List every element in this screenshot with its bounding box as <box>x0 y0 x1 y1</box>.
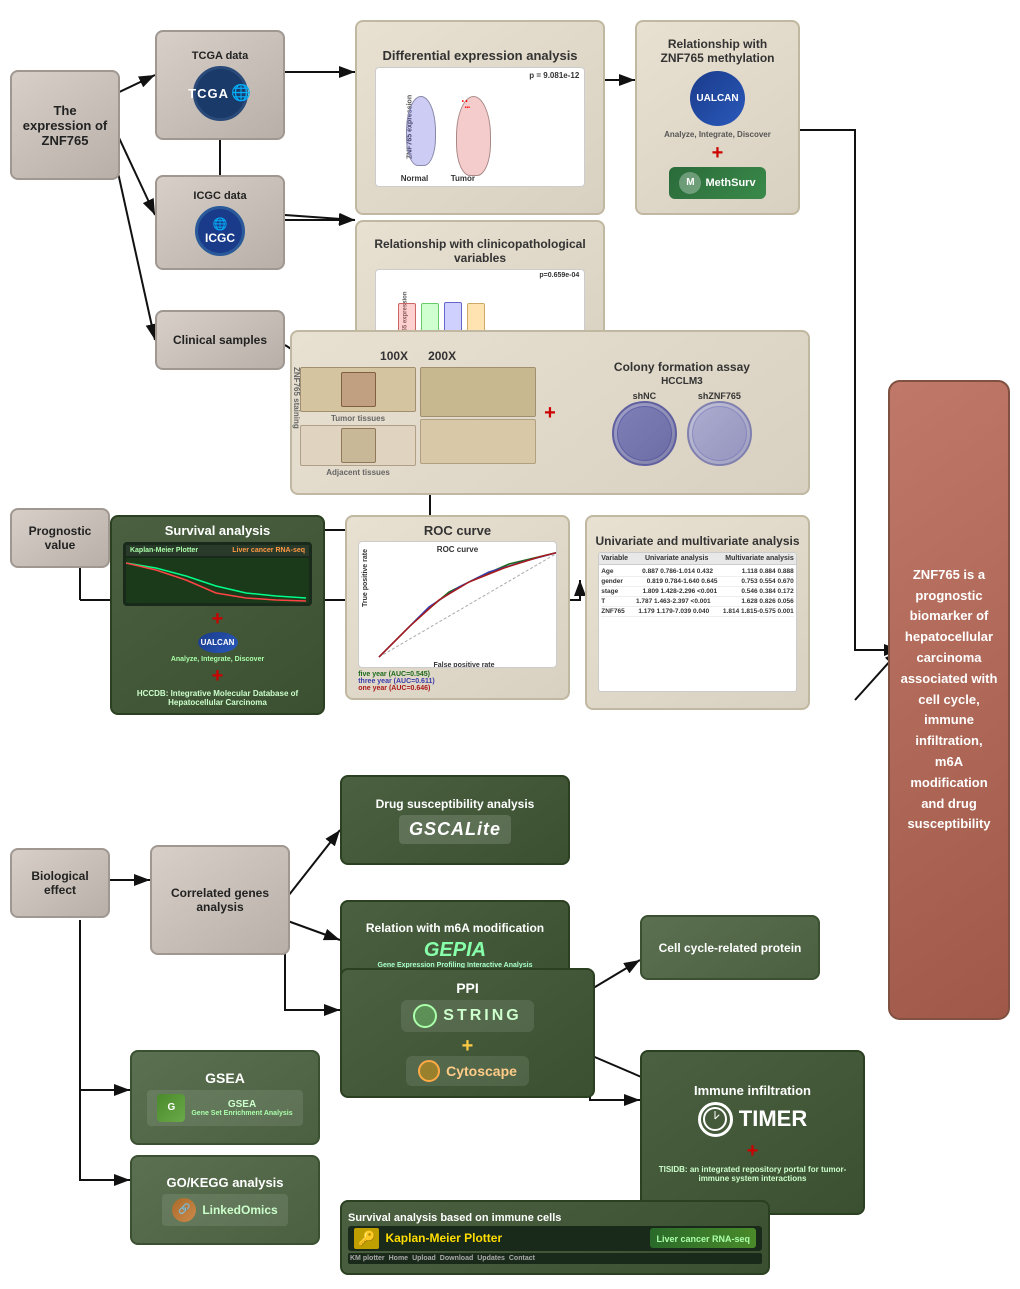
tumor-label: Tumor <box>451 174 475 183</box>
biological-effect-box: Biological effect <box>10 848 110 918</box>
colony-title: Colony formation assay <box>614 360 750 374</box>
correlated-genes-box: Correlated genes analysis <box>150 845 290 955</box>
methsurv-box: M MethSurv <box>669 167 765 199</box>
gsca-lite-label: GSCALite <box>399 815 511 844</box>
tcga-label: TCGA data <box>192 50 248 62</box>
cytoscape-label: Cytoscape <box>446 1063 517 1079</box>
survival-analysis-box: Survival analysis Kaplan-Meier Plotter L… <box>110 515 325 715</box>
roc-curve-title: ROC curve <box>424 523 491 538</box>
clinical-label: Clinical samples <box>173 333 267 347</box>
plus-sign-1: + <box>712 143 724 163</box>
svg-text:True positive rate: True positive rate <box>362 549 369 607</box>
p-value-diff: p = 9.081e-12 <box>529 71 579 80</box>
clinical-samples-box: Clinical samples <box>155 310 285 370</box>
auc2: three year (AUC=0.611) <box>358 678 557 685</box>
gsea-box: GSEA G GSEA Gene Set Enrichment Analysis <box>130 1050 320 1145</box>
normal-label: Normal <box>401 174 429 183</box>
auc3: one year (AUC=0.646) <box>358 685 557 692</box>
immune-infiltration-title: Immune infiltration <box>694 1083 811 1098</box>
biological-effect-label: Biological effect <box>18 869 102 897</box>
cell-cycle-label: Cell cycle-related protein <box>659 941 802 955</box>
relationship-clinic-title: Relationship with clinicopathological va… <box>363 237 597 265</box>
plus-sign-survival2: + <box>212 666 224 686</box>
ualcan2-logo: UALCAN <box>198 632 238 653</box>
shznf765-label: shZNF765 <box>698 391 741 401</box>
relationship-methyl-box: Relationship with ZNF765 methylation UAL… <box>635 20 800 215</box>
prognostic-value-label: Prognostic value <box>18 524 102 552</box>
shnc-label: shNC <box>633 391 657 401</box>
go-kegg-box: GO/KEGG analysis 🔗 LinkedOmics <box>130 1155 320 1245</box>
ihc-200x: 200X <box>428 349 456 363</box>
km-plotter-label: Kaplan-Meier Plotter <box>130 547 198 554</box>
znf-result-text: ZNF765 is a prognostic biomarker of hepa… <box>900 565 998 835</box>
go-kegg-title: GO/KEGG analysis <box>166 1175 283 1190</box>
tcga-logo: TCGA 🌐 <box>193 66 248 121</box>
diff-expr-title: Differential expression analysis <box>382 48 577 63</box>
plus-sign-ihc: + <box>544 403 556 423</box>
linkedomics-label: LinkedOmics <box>202 1203 277 1217</box>
icgc-logo: 🌐 ICGC <box>195 206 245 256</box>
ihc-title: 100X 200X <box>380 349 456 363</box>
drug-susceptibility-box: Drug susceptibility analysis GSCALite <box>340 775 570 865</box>
methsurv-label: MethSurv <box>705 177 755 189</box>
ihc-100x: 100X <box>380 349 408 363</box>
tisidb-label: TISIDB: an integrated repository portal … <box>650 1165 855 1183</box>
ualcan-sub: Analyze, Integrate, Discover <box>664 130 771 139</box>
diff-expr-box: Differential expression analysis p = 9.0… <box>355 20 605 215</box>
znf-result-box: ZNF765 is a prognostic biomarker of hepa… <box>888 380 1010 1020</box>
string-label: STRING <box>443 1007 521 1025</box>
icgc-box: ICGC data 🌐 ICGC <box>155 175 285 270</box>
correlated-genes-label: Correlated genes analysis <box>160 886 280 914</box>
ppi-title: PPI <box>456 980 479 996</box>
survival-immune-box: Survival analysis based on immune cells … <box>340 1200 770 1275</box>
gsea-title: GSEA <box>205 1070 245 1086</box>
hccdb-label: HCCDB: Integrative Molecular Database of… <box>118 689 317 707</box>
survival-analysis-title: Survival analysis <box>165 523 271 538</box>
prognostic-value-box: Prognostic value <box>10 508 110 568</box>
survival-immune-title: Survival analysis based on immune cells <box>348 1212 561 1224</box>
liver-cancer-rna: Liver cancer RNA-seq <box>232 547 305 554</box>
immune-infiltration-box: Immune infiltration TIMER + TISIDB: an i… <box>640 1050 865 1215</box>
tcga-box: TCGA data TCGA 🌐 <box>155 30 285 140</box>
roc-curve-box: ROC curve ROC curve False positive rate … <box>345 515 570 700</box>
znf-expression-label: The expression of ZNF765 <box>20 103 110 148</box>
relation-m6a-title: Relation with m6A modification <box>366 921 544 935</box>
icgc-label: ICGC data <box>193 190 246 202</box>
ihc-colony-box: 100X 200X ZNF765 staining Tumor tissues … <box>290 330 810 495</box>
ualcan-logo: UALCAN <box>696 93 738 104</box>
p-value-clinic: p=0.659e-04 <box>539 272 579 279</box>
km-plotter2-label: Kaplan-Meier Plotter <box>385 1231 502 1245</box>
cell-cycle-box: Cell cycle-related protein <box>640 915 820 980</box>
drug-susceptibility-title: Drug susceptibility analysis <box>376 797 535 811</box>
gepia-label: GEPIA <box>424 939 486 962</box>
hcclm3-label: HCCLM3 <box>661 376 703 387</box>
ualcan2-sub: Analyze, Integrate, Discover <box>171 656 264 663</box>
auc1: five year (AUC=0.545) <box>358 671 557 678</box>
plus-sign-ppi: + <box>462 1036 474 1056</box>
liver-cancer-rna2: Liver cancer RNA-seq <box>656 1234 750 1244</box>
ppi-box: PPI STRING + Cytoscape <box>340 968 595 1098</box>
plus-sign-timer: + <box>747 1141 759 1161</box>
relationship-methyl-title: Relationship with ZNF765 methylation <box>645 37 790 65</box>
univariate-title: Univariate and multivariate analysis <box>595 534 799 548</box>
timer-label: TIMER <box>739 1106 807 1132</box>
svg-text:False positive rate: False positive rate <box>434 662 495 667</box>
znf-expression-box: The expression of ZNF765 <box>10 70 120 180</box>
plus-sign-survival: + <box>212 609 224 629</box>
univariate-box: Univariate and multivariate analysis Var… <box>585 515 810 710</box>
